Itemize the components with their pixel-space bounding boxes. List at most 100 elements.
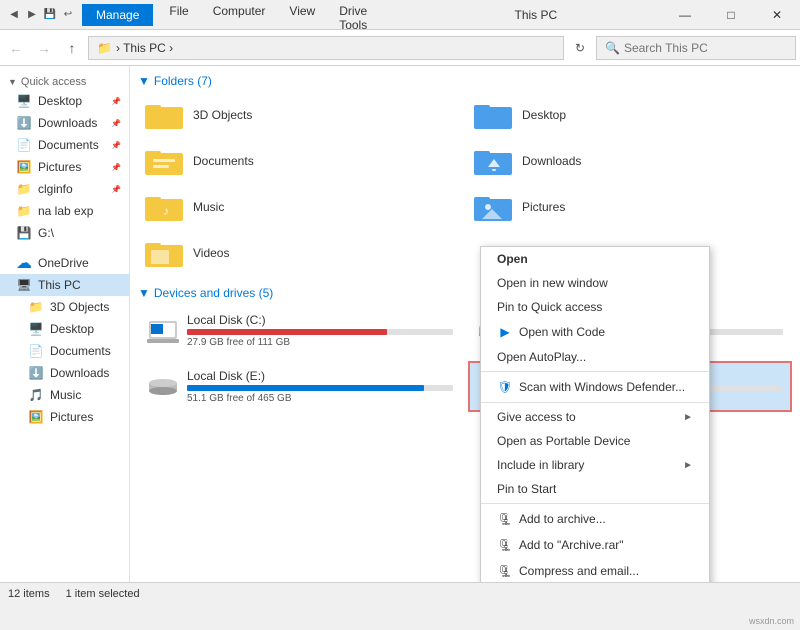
folder-videos[interactable]: Videos: [138, 232, 463, 274]
view-tab[interactable]: View: [277, 0, 327, 30]
main-layout: ▼ Quick access 🖥️ Desktop 📌 ⬇️ Downloads…: [0, 66, 800, 582]
sidebar-label: Downloads: [38, 116, 97, 130]
up-button[interactable]: ↑: [60, 36, 84, 60]
sidebar-label: Desktop: [50, 322, 94, 336]
ctx-scan-defender[interactable]: 🛡 Scan with Windows Defender...: [481, 374, 709, 400]
folder-name: Desktop: [522, 108, 566, 122]
sidebar-item-downloads[interactable]: ⬇️ Downloads 📌: [0, 112, 129, 134]
folder-pictures[interactable]: Pictures: [467, 186, 792, 228]
ctx-label: Open with Code: [519, 325, 605, 339]
sidebar-item-desktop2[interactable]: 🖥️ Desktop: [0, 318, 129, 340]
window-title: This PC: [410, 8, 662, 22]
ctx-label: Compress and email...: [519, 564, 639, 578]
content-area: ▼ Folders (7) 3D Objects: [130, 66, 800, 582]
drive-e[interactable]: Local Disk (E:) 51.1 GB free of 465 GB: [138, 361, 462, 412]
folder-desktop[interactable]: Desktop: [467, 94, 792, 136]
path-text: › This PC ›: [116, 41, 173, 55]
sidebar-label: 3D Objects: [50, 300, 109, 314]
sidebar-item-thispc[interactable]: 🖥 This PC: [0, 274, 129, 296]
search-input[interactable]: [624, 41, 787, 55]
titlebar: ◀ ▶ 💾 ↩ Manage File Computer View Drive …: [0, 0, 800, 30]
folder-music[interactable]: ♪ Music: [138, 186, 463, 228]
folder-icon-3dobjects: [145, 99, 185, 131]
close-button[interactable]: ✕: [754, 0, 800, 30]
computer-icon: 🖥: [16, 277, 32, 293]
sidebar-label: clginfo: [38, 182, 73, 196]
watermark: wsxdn.com: [749, 616, 794, 626]
ctx-label: Open as Portable Device: [497, 434, 630, 448]
collapse-icon: ▼: [138, 74, 150, 88]
ctx-pin-quick-access[interactable]: Pin to Quick access: [481, 295, 709, 319]
maximize-button[interactable]: □: [708, 0, 754, 30]
ctx-label: Open AutoPlay...: [497, 350, 586, 364]
folder-3dobjects[interactable]: 3D Objects: [138, 94, 463, 136]
sidebar-item-onedrive[interactable]: ☁ OneDrive: [0, 252, 129, 274]
folder-icon-music: ♪: [145, 191, 185, 223]
drive-e-bar-container: [187, 385, 453, 391]
drive-tools-tab[interactable]: Drive Tools: [327, 0, 409, 30]
folder-icon-documents: [145, 145, 185, 177]
sidebar-item-nalab[interactable]: 📁 na lab exp: [0, 200, 129, 222]
sidebar: ▼ Quick access 🖥️ Desktop 📌 ⬇️ Downloads…: [0, 66, 130, 582]
drive-c-free: 27.9 GB free of 111 GB: [187, 337, 453, 348]
search-box[interactable]: 🔍: [596, 36, 796, 60]
ribbon-tabs: File Computer View Drive Tools: [157, 0, 409, 30]
titlebar-icons: ◀ ▶ 💾 ↩: [0, 7, 82, 23]
sidebar-item-documents2[interactable]: 📄 Documents: [0, 340, 129, 362]
drive-e-name: Local Disk (E:): [187, 369, 453, 383]
sidebar-label: Pictures: [38, 160, 81, 174]
sidebar-label: G:\: [38, 226, 54, 240]
folder-downloads[interactable]: Downloads: [467, 140, 792, 182]
sidebar-item-documents[interactable]: 📄 Documents 📌: [0, 134, 129, 156]
pin-icon: 📌: [111, 185, 121, 194]
sidebar-item-clginfo[interactable]: 📁 clginfo 📌: [0, 178, 129, 200]
ctx-autoplay[interactable]: Open AutoPlay...: [481, 345, 709, 369]
address-path[interactable]: 📁 › This PC ›: [88, 36, 564, 60]
sidebar-item-desktop[interactable]: 🖥️ Desktop 📌: [0, 90, 129, 112]
pin-icon: 📌: [111, 119, 121, 128]
quick-access-section[interactable]: ▼ Quick access: [0, 70, 129, 90]
ctx-open-new-window[interactable]: Open in new window: [481, 271, 709, 295]
forward-button[interactable]: →: [32, 36, 56, 60]
drive-c[interactable]: Local Disk (C:) 27.9 GB free of 111 GB: [138, 306, 462, 355]
ctx-include-library[interactable]: Include in library ►: [481, 453, 709, 477]
back-button[interactable]: ←: [4, 36, 28, 60]
ctx-portable-device[interactable]: Open as Portable Device: [481, 429, 709, 453]
sidebar-label: Music: [50, 388, 81, 402]
quick-access-label: Quick access: [21, 76, 86, 88]
drive-c-name: Local Disk (C:): [187, 313, 453, 327]
sidebar-item-g[interactable]: 💾 G:\: [0, 222, 129, 244]
ctx-open-with-code[interactable]: ▶ Open with Code: [481, 319, 709, 345]
forward-icon: ▶: [24, 7, 40, 23]
ctx-label: Open in new window: [497, 276, 608, 290]
refresh-button[interactable]: ↻: [568, 36, 592, 60]
ctx-pin-start[interactable]: Pin to Start: [481, 477, 709, 501]
svg-text:♪: ♪: [163, 204, 169, 218]
sidebar-item-pictures2[interactable]: 🖼️ Pictures: [0, 406, 129, 428]
ctx-open[interactable]: Open: [481, 247, 709, 271]
folder-icon-pictures: [474, 191, 514, 223]
folders-header[interactable]: ▼ Folders (7): [138, 74, 792, 88]
folder-documents[interactable]: Documents: [138, 140, 463, 182]
pin-icon: 📌: [111, 163, 121, 172]
sidebar-item-3dobjects[interactable]: 📁 3D Objects: [0, 296, 129, 318]
ctx-label: Include in library: [497, 458, 584, 472]
drive-e-free: 51.1 GB free of 465 GB: [187, 393, 453, 404]
ctx-compress-email[interactable]: 🗜 Compress and email...: [481, 558, 709, 582]
sidebar-item-music[interactable]: 🎵 Music: [0, 384, 129, 406]
file-tab[interactable]: File: [157, 0, 200, 30]
drive-c-bar-container: [187, 329, 453, 335]
ctx-add-archive[interactable]: 🗜 Add to archive...: [481, 506, 709, 532]
sidebar-item-pictures[interactable]: 🖼️ Pictures 📌: [0, 156, 129, 178]
computer-tab[interactable]: Computer: [201, 0, 278, 30]
shield-icon: 🛡: [497, 379, 513, 395]
drive-e-bar: [187, 385, 424, 391]
ctx-give-access[interactable]: Give access to ►: [481, 405, 709, 429]
sidebar-item-downloads2[interactable]: ⬇️ Downloads: [0, 362, 129, 384]
manage-tab[interactable]: Manage: [82, 4, 153, 26]
pictures-icon: 🖼️: [16, 159, 32, 175]
ctx-add-archive-rar[interactable]: 🗜 Add to "Archive.rar": [481, 532, 709, 558]
minimize-button[interactable]: —: [662, 0, 708, 30]
ctx-open-label: Open: [497, 252, 528, 266]
ctx-separator-2: [481, 402, 709, 403]
